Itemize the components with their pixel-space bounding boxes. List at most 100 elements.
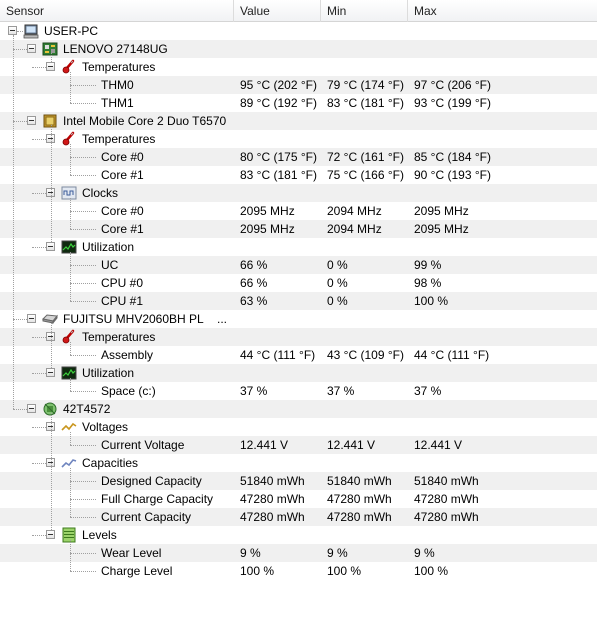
sensor-name: THM1 [101, 96, 134, 110]
sensor-row[interactable]: Current Capacity 47280 mWh 47280 mWh 47280 … [0, 508, 597, 526]
sensor-value: 80 °C (175 °F) [240, 150, 317, 164]
sensor-row[interactable]: CPU #1 63 % 0 % 100 % [0, 292, 597, 310]
tree-connector [51, 125, 52, 242]
utilization-graph-icon [61, 240, 77, 254]
sensor-row[interactable]: Full Charge Capacity 47280 mWh 47280 mWh 47… [0, 490, 597, 508]
hard-drive-icon [42, 314, 58, 325]
sensor-max: 85 °C (184 °F) [414, 150, 491, 164]
thermometer-icon [62, 59, 75, 74]
sensor-row[interactable]: Designed Capacity 51840 mWh 51840 mWh 51840… [0, 472, 597, 490]
root-label: USER-PC [44, 24, 99, 38]
column-header-max[interactable]: Max [408, 0, 597, 22]
tree-connector [32, 373, 46, 374]
sensor-min: 0 % [327, 276, 348, 290]
tree-connector [32, 535, 46, 536]
sensor-min: 51840 mWh [327, 474, 392, 488]
tree-connector [70, 85, 96, 86]
sensor-min: 43 °C (109 °F) [327, 348, 404, 362]
column-header-sensor[interactable]: Sensor [0, 0, 234, 22]
motherboard-icon [42, 42, 58, 56]
sensor-row[interactable]: Assembly 44 °C (111 °F) 43 °C (109 °F) 44 °… [0, 346, 597, 364]
group-name: Temperatures [82, 132, 156, 146]
group-row[interactable]: Temperatures [0, 328, 597, 346]
sensor-min: 75 °C (166 °F) [327, 168, 404, 182]
collapse-toggle[interactable] [46, 62, 55, 71]
collapse-toggle[interactable] [27, 404, 36, 413]
sensor-value: 2095 MHz [240, 222, 295, 236]
column-header-value[interactable]: Value [234, 0, 321, 22]
collapse-toggle[interactable] [27, 116, 36, 125]
sensor-max: 100 % [414, 564, 449, 578]
tree-connector [32, 337, 46, 338]
sensor-max: 93 °C (199 °F) [414, 96, 491, 110]
device-row[interactable]: LENOVO 27148UG [0, 40, 597, 58]
sensor-value: 9 % [240, 546, 261, 560]
levels-icon [62, 527, 76, 543]
collapse-toggle[interactable] [8, 26, 17, 35]
sensor-name: UC [101, 258, 119, 272]
tree-connector [70, 283, 96, 284]
tree-connector [32, 67, 46, 68]
sensor-row[interactable]: THM1 89 °C (192 °F) 83 °C (181 °F) 93 °C (1… [0, 94, 597, 112]
collapse-toggle[interactable] [46, 242, 55, 251]
sensor-row[interactable]: Current Voltage 12.441 V 12.441 V 12.441 V [0, 436, 597, 454]
group-row[interactable]: Voltages [0, 418, 597, 436]
collapse-toggle[interactable] [46, 530, 55, 539]
sensor-value: 44 °C (111 °F) [240, 348, 316, 362]
sensor-value: 95 °C (202 °F) [240, 78, 317, 92]
sensor-value: 83 °C (181 °F) [240, 168, 317, 182]
sensor-min: 37 % [327, 384, 355, 398]
device-row[interactable]: Intel Mobile Core 2 Duo T6570 [0, 112, 597, 130]
tree-connector [70, 553, 96, 554]
group-row[interactable]: Utilization [0, 238, 597, 256]
sensor-row[interactable]: Core #1 83 °C (181 °F) 75 °C (166 °F) 90 °C… [0, 166, 597, 184]
tree-connector [70, 355, 96, 356]
sensor-row[interactable]: CPU #0 66 % 0 % 98 % [0, 274, 597, 292]
sensor-row[interactable]: Space (c:) 37 % 37 % 37 % [0, 382, 597, 400]
sensor-max: 44 °C (111 °F) [414, 348, 490, 362]
tree-connector [32, 463, 46, 464]
sensor-value: 12.441 V [240, 438, 289, 452]
sensor-value: 37 % [240, 384, 268, 398]
group-row[interactable]: Clocks [0, 184, 597, 202]
tree-connector [13, 121, 27, 122]
device-row[interactable]: FUJITSU MHV2060BH PL... [0, 310, 597, 328]
sensor-row[interactable]: Core #0 2095 MHz 2094 MHz 2095 MHz [0, 202, 597, 220]
thermometer-icon [62, 131, 75, 146]
utilization-graph-icon [61, 366, 77, 380]
tree-connector [32, 427, 46, 428]
tree-connector [32, 193, 46, 194]
sensor-max: 51840 mWh [414, 474, 479, 488]
group-row[interactable]: Utilization [0, 364, 597, 382]
column-header-min[interactable]: Min [321, 0, 408, 22]
collapse-toggle[interactable] [46, 368, 55, 377]
sensor-name: Core #1 [101, 222, 144, 236]
sensor-row[interactable]: UC 66 % 0 % 99 % [0, 256, 597, 274]
tree-connector [51, 53, 52, 62]
tree-connector [70, 211, 96, 212]
tree-connector [70, 540, 71, 571]
battery-icon [43, 402, 57, 416]
sensor-row[interactable]: Charge Level 100 % 100 % 100 % [0, 562, 597, 580]
device-row[interactable]: 42T4572 [0, 400, 597, 418]
sensor-max: 2095 MHz [414, 222, 469, 236]
group-row[interactable]: Levels [0, 526, 597, 544]
sensor-value: 100 % [240, 564, 275, 578]
group-row[interactable]: Temperatures [0, 58, 597, 76]
sensor-row[interactable]: Core #0 80 °C (175 °F) 72 °C (161 °F) 85 °C… [0, 148, 597, 166]
tree-node-root[interactable]: USER-PC [0, 22, 597, 40]
sensor-max: 98 % [414, 276, 442, 290]
collapse-toggle[interactable] [27, 314, 36, 323]
sensor-row[interactable]: Core #1 2095 MHz 2094 MHz 2095 MHz [0, 220, 597, 238]
sensor-row[interactable]: THM0 95 °C (202 °F) 79 °C (174 °F) 97 °C (2… [0, 76, 597, 94]
tree-connector [70, 229, 96, 230]
tree-connector [70, 265, 96, 266]
group-row[interactable]: Capacities [0, 454, 597, 472]
sensor-row[interactable]: Wear Level 9 % 9 % 9 % [0, 544, 597, 562]
sensor-max: 100 % [414, 294, 449, 308]
group-row[interactable]: Temperatures [0, 130, 597, 148]
collapse-toggle[interactable] [27, 44, 36, 53]
sensor-min: 79 °C (174 °F) [327, 78, 404, 92]
tree-connector [32, 247, 46, 248]
tree-connector [13, 35, 14, 409]
